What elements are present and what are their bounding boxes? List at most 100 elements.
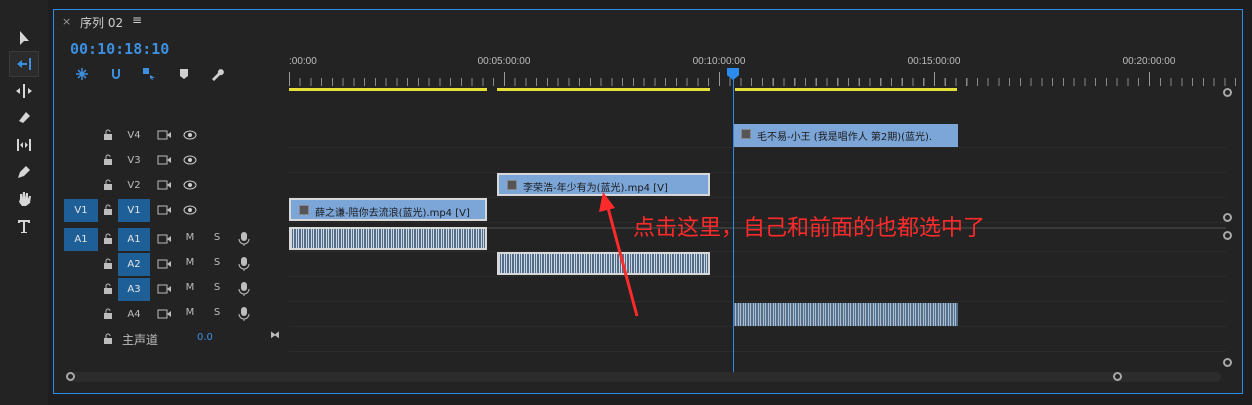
sync-lock-icon[interactable] xyxy=(156,178,172,192)
sync-lock-icon[interactable] xyxy=(156,282,172,296)
work-area-bar[interactable] xyxy=(497,88,710,91)
microphone-icon[interactable] xyxy=(237,256,251,272)
sync-lock-icon[interactable] xyxy=(156,307,172,321)
eye-icon[interactable] xyxy=(182,128,198,142)
slip-icon xyxy=(17,139,31,151)
track-target-v3[interactable]: V3 xyxy=(118,149,150,172)
source-patch-a1[interactable]: A1 xyxy=(64,228,98,251)
lock-icon[interactable] xyxy=(102,308,114,320)
video-vscroll-bottom-knob[interactable] xyxy=(1223,213,1232,222)
mute-button[interactable]: M xyxy=(182,232,198,246)
track-target-v4[interactable]: V4 xyxy=(118,124,150,147)
solo-button[interactable]: S xyxy=(209,232,225,246)
ruler-label: 00:20:00:00 xyxy=(1122,56,1176,67)
clip-audio-a1[interactable] xyxy=(289,227,487,250)
lock-icon[interactable] xyxy=(102,129,114,141)
audio-vscroll-bottom-knob[interactable] xyxy=(1223,358,1232,367)
track-header-a4[interactable]: A4 M S xyxy=(54,302,289,327)
selection-tool[interactable] xyxy=(10,26,38,50)
track-header-a1[interactable]: A1 A1 M S xyxy=(54,227,289,252)
solo-button[interactable]: S xyxy=(209,282,225,296)
clip-audio-a4[interactable] xyxy=(733,303,958,326)
lane-a3[interactable] xyxy=(289,277,1226,302)
mute-button[interactable]: M xyxy=(182,282,198,296)
track-target-v1[interactable]: V1 xyxy=(118,199,150,222)
work-area-bar[interactable] xyxy=(289,88,487,91)
track-target-a4[interactable]: A4 xyxy=(118,303,150,326)
close-icon[interactable]: × xyxy=(62,15,71,28)
track-header-v2[interactable]: V2 xyxy=(54,173,289,198)
playhead-timecode[interactable]: 00:10:18:10 xyxy=(70,40,169,58)
microphone-icon[interactable] xyxy=(237,281,251,297)
tools-panel xyxy=(0,0,48,405)
time-ruler[interactable]: :00:00 00:05:00:00 00:10:00:00 00:15:00:… xyxy=(289,48,1242,91)
linked-selection-toggle[interactable] xyxy=(141,66,157,82)
hand-tool[interactable] xyxy=(10,187,38,211)
hscroll-right-knob[interactable] xyxy=(1113,372,1122,381)
video-vscroll-top-knob[interactable] xyxy=(1223,88,1232,97)
work-area-bar[interactable] xyxy=(735,88,957,91)
track-target-a3[interactable]: A3 xyxy=(118,278,150,301)
tab-sequence[interactable]: 序列 02 xyxy=(80,14,123,31)
lock-icon[interactable] xyxy=(102,333,114,345)
track-header-master[interactable]: 主声道 0.0 ⧓ xyxy=(54,327,289,352)
sync-lock-icon[interactable] xyxy=(156,128,172,142)
track-target-a1[interactable]: A1 xyxy=(118,228,150,251)
bow-tie-icon[interactable]: ⧓ xyxy=(270,330,280,341)
microphone-icon[interactable] xyxy=(237,306,251,322)
track-select-icon xyxy=(17,58,31,70)
magnet-icon xyxy=(112,69,120,79)
lock-icon[interactable] xyxy=(102,154,114,166)
track-target-a2[interactable]: A2 xyxy=(118,253,150,276)
track-target-v2[interactable]: V2 xyxy=(118,174,150,197)
timeline-settings-button[interactable] xyxy=(209,66,225,82)
lock-icon[interactable] xyxy=(102,283,114,295)
sync-lock-icon[interactable] xyxy=(156,257,172,271)
add-marker-button[interactable] xyxy=(176,66,192,82)
type-tool[interactable] xyxy=(10,214,38,238)
razor-tool[interactable] xyxy=(10,106,38,130)
lock-icon[interactable] xyxy=(102,204,114,216)
panel-menu-icon[interactable]: ≡ xyxy=(132,13,142,27)
pen-tool[interactable] xyxy=(10,160,38,184)
lane-v3[interactable] xyxy=(289,148,1226,173)
horizontal-scrollbar[interactable] xyxy=(66,372,1221,382)
fx-badge-icon xyxy=(741,129,751,139)
mute-button[interactable]: M xyxy=(182,307,198,321)
audio-vscroll-top-knob[interactable] xyxy=(1223,231,1232,240)
master-track-label: 主声道 xyxy=(122,333,159,347)
ruler-label: 00:15:00:00 xyxy=(907,56,961,67)
eye-icon[interactable] xyxy=(182,178,198,192)
eye-icon[interactable] xyxy=(182,153,198,167)
track-header-a2[interactable]: A2 M S xyxy=(54,252,289,277)
solo-button[interactable]: S xyxy=(209,257,225,271)
slip-tool[interactable] xyxy=(10,133,38,157)
hscroll-left-knob[interactable] xyxy=(66,372,75,381)
track-headers: V4 V3 V2 V1 V1 A1 A1 M S A2 M S A3 M S A… xyxy=(54,123,289,358)
microphone-icon[interactable] xyxy=(237,231,251,247)
track-header-v1[interactable]: V1 V1 xyxy=(54,198,289,223)
track-header-v4[interactable]: V4 xyxy=(54,123,289,148)
track-select-tool[interactable] xyxy=(9,51,39,77)
nest-toggle[interactable] xyxy=(74,66,90,82)
solo-button[interactable]: S xyxy=(209,307,225,321)
sync-lock-icon[interactable] xyxy=(156,153,172,167)
lane-v2[interactable] xyxy=(289,173,1226,198)
lock-icon[interactable] xyxy=(102,179,114,191)
snap-toggle[interactable] xyxy=(108,66,124,82)
track-header-a3[interactable]: A3 M S xyxy=(54,277,289,302)
lock-icon[interactable] xyxy=(102,233,114,245)
track-header-v3[interactable]: V3 xyxy=(54,148,289,173)
lane-a2[interactable] xyxy=(289,252,1226,277)
clip-video-v1[interactable]: 薛之谦-陪你去流浪(蓝光).mp4 [V] xyxy=(289,198,487,221)
marker-icon xyxy=(180,69,188,79)
eye-icon[interactable] xyxy=(182,203,198,217)
clip-video-v4[interactable]: 毛不易-小王 (我是唱作人 第2期)(蓝光). xyxy=(733,124,958,147)
source-patch-v1[interactable]: V1 xyxy=(64,199,98,222)
ripple-edit-tool[interactable] xyxy=(10,79,38,103)
lock-icon[interactable] xyxy=(102,258,114,270)
mute-button[interactable]: M xyxy=(182,257,198,271)
sync-lock-icon[interactable] xyxy=(156,232,172,246)
sync-lock-icon[interactable] xyxy=(156,203,172,217)
master-volume-value[interactable]: 0.0 xyxy=(197,332,213,343)
